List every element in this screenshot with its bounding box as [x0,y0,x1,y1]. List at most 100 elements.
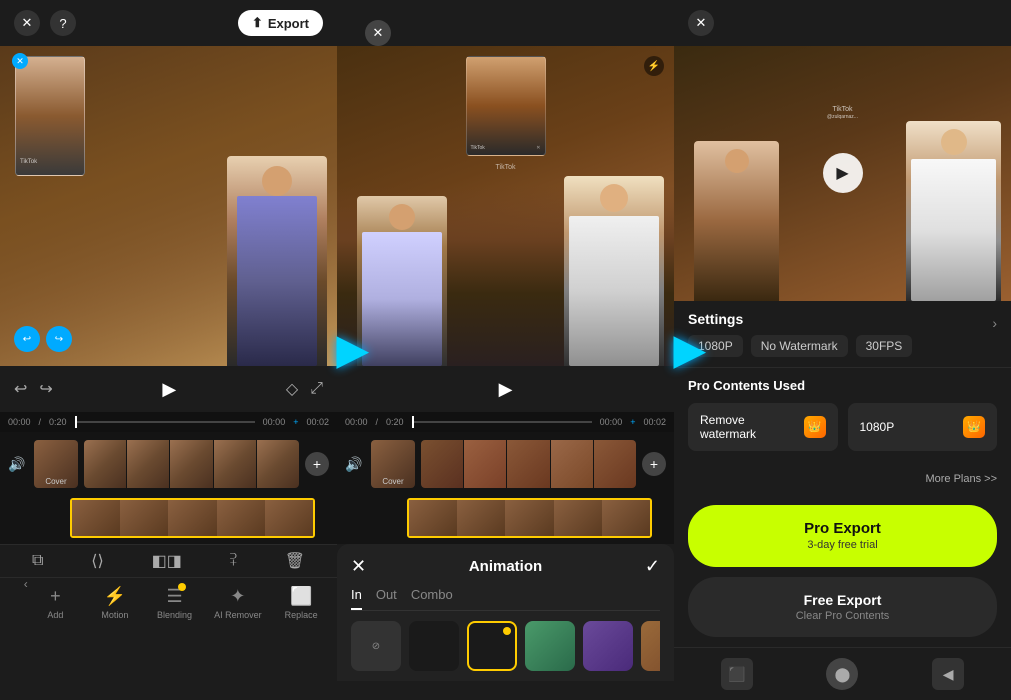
tool-split[interactable]: ⫀ [230,552,237,570]
pro-contents-title: Pro Contents Used [688,378,997,393]
track-frame-2 [127,440,169,488]
close-button[interactable]: ✕ [14,10,40,36]
redo-icon[interactable]: ↪ [39,379,52,399]
cover-thumb[interactable]: Cover [34,440,78,488]
time-total: 0:20 [49,417,67,427]
track-strip-2[interactable] [421,440,636,488]
add-track-button-2[interactable]: + [642,452,666,476]
timeline-track[interactable] [75,421,255,423]
blending-badge [178,583,186,591]
anim-item-none[interactable]: ⊘ [351,621,401,671]
timeline-track-2[interactable] [412,421,592,423]
export-icon: ⬆ [252,15,263,31]
pro-card-watermark[interactable]: Remove watermark 👑 [688,403,838,451]
tab-out[interactable]: Out [376,587,397,610]
tool-trim[interactable]: ◧◨ [152,551,182,571]
pro-export-button[interactable]: Pro Export 3-day free trial [688,505,997,567]
redo-overlay-btn[interactable]: ↪ [46,326,72,352]
video-preview: ✕ TikTok ↩ ↪ [0,46,337,366]
tab-in[interactable]: In [351,587,362,610]
volume-icon[interactable]: 🔊 [8,456,28,473]
time-current: 00:00 [8,417,31,427]
settings-section: Settings › 1080P No Watermark 30FPS [674,301,1011,367]
overlay-close-icon[interactable]: ✕ [12,53,28,69]
settings-title: Settings [688,311,743,327]
animation-confirm-icon[interactable]: ✓ [645,556,660,577]
settings-arrow-icon[interactable]: › [992,315,997,331]
play-button-2[interactable]: ▶ [491,374,521,404]
track-area-main: 🔊 Cover + [0,432,337,496]
clip-track-row [0,496,337,544]
time-total-2: 0:20 [386,417,404,427]
p3-nav-circle-icon[interactable]: ⬤ [826,658,858,690]
nav-item-replace[interactable]: ⬜ Replace [281,586,321,620]
tool-delete[interactable]: 🗑 [285,551,305,571]
track-area-2: 🔊 Cover + [337,432,674,496]
animation-title: Animation [469,558,542,575]
time-marker2: 00:02 [306,417,329,427]
topbar-left-icons: ✕ ? [14,10,76,36]
keyframe-icon[interactable]: ◇ [286,379,298,399]
track-frame-1 [84,440,126,488]
tab-combo[interactable]: Combo [411,587,453,610]
more-plans-link[interactable]: More Plans >> [925,473,997,485]
tool-copy[interactable]: ⧉ [32,552,43,570]
anim-item-4[interactable] [583,621,633,671]
settings-tag-watermark[interactable]: No Watermark [751,335,848,357]
play-button[interactable]: ▶ [154,374,184,404]
tool-speed[interactable]: ⟨⟩ [91,551,103,571]
volume-icon-2[interactable]: 🔊 [345,456,365,473]
pro-card-watermark-icon: 👑 [804,416,826,438]
bottom-nav: ‹ + Add ⚡ Motion ☰ Blending ✦ AI Remover [0,577,337,630]
help-button[interactable]: ? [50,10,76,36]
fullscreen-icon[interactable]: ⤢ [310,380,323,398]
anim-item-2[interactable] [467,621,517,671]
p3-nav-square-icon[interactable]: ⬛ [721,658,753,690]
nav-item-ai-remover[interactable]: ✦ AI Remover [214,586,262,620]
animation-tabs: In Out Combo [351,587,660,611]
panel2-topbar: ✕ [337,0,674,46]
clip-track-row-2 [337,496,674,544]
settings-tag-fps[interactable]: 30FPS [856,335,913,357]
time-marker1: 00:00 [263,417,286,427]
pro-card-watermark-label: Remove watermark [700,413,804,441]
nav-chevron-icon: ‹ [24,577,28,591]
cover-thumb-2[interactable]: Cover [371,440,415,488]
track-frame-3 [170,440,212,488]
undo-overlay-btn[interactable]: ↩ [14,326,40,352]
settings-tag-1080p[interactable]: 1080P [688,335,743,357]
timeline-playhead [75,416,77,428]
nav-item-blending[interactable]: ☰ Blending [155,586,195,620]
clip-frame-2 [120,500,168,536]
video-bg-2: TikTok ✕ TikTok ⚡ [337,46,674,366]
clip-strip-2[interactable] [407,498,652,538]
undo-icon[interactable]: ↩ [14,379,27,399]
anim-item-5[interactable] [641,621,660,671]
clip-strip[interactable] [70,498,315,538]
nav-item-add[interactable]: + Add [35,586,75,620]
p3-nav-back-icon[interactable]: ◀ [932,658,964,690]
play-overlay-button[interactable]: ▶ [823,153,863,193]
nav-item-motion[interactable]: ⚡ Motion [95,586,135,620]
track-strip[interactable] [84,440,299,488]
animation-items: ⊘ [351,621,660,671]
view-controls-group: ◇ ⤢ [286,379,323,399]
more-plans-section: More Plans >> [674,461,1011,495]
overlay-clip-small: ✕ TikTok [15,56,85,176]
add-track-button[interactable]: + [305,452,329,476]
pro-export-sub: 3-day free trial [702,538,983,552]
anim-item-1[interactable] [409,621,459,671]
panel3-close-button[interactable]: ✕ [688,10,714,36]
animation-close-button[interactable]: ✕ [351,556,366,577]
panel2-close-button[interactable]: ✕ [365,20,391,46]
panel-1: ✕ ? ⬆ Export ✕ TikTok [0,0,337,700]
pro-card-1080p[interactable]: 1080P 👑 [848,403,998,451]
anim-item-3[interactable] [525,621,575,671]
panel3-bottom-nav: ⬛ ⬤ ◀ [674,647,1011,700]
free-export-button[interactable]: Free Export Clear Pro Contents [688,577,997,637]
pro-cards-row: Remove watermark 👑 1080P 👑 [688,403,997,451]
panel1-topbar: ✕ ? ⬆ Export [0,0,337,46]
export-button[interactable]: ⬆ Export [238,10,323,36]
panel-3: ✕ TikTok@zulqarnaz... ▶ [674,0,1011,700]
animation-panel: ✕ Animation ✓ In Out Combo ⊘ [337,544,674,681]
